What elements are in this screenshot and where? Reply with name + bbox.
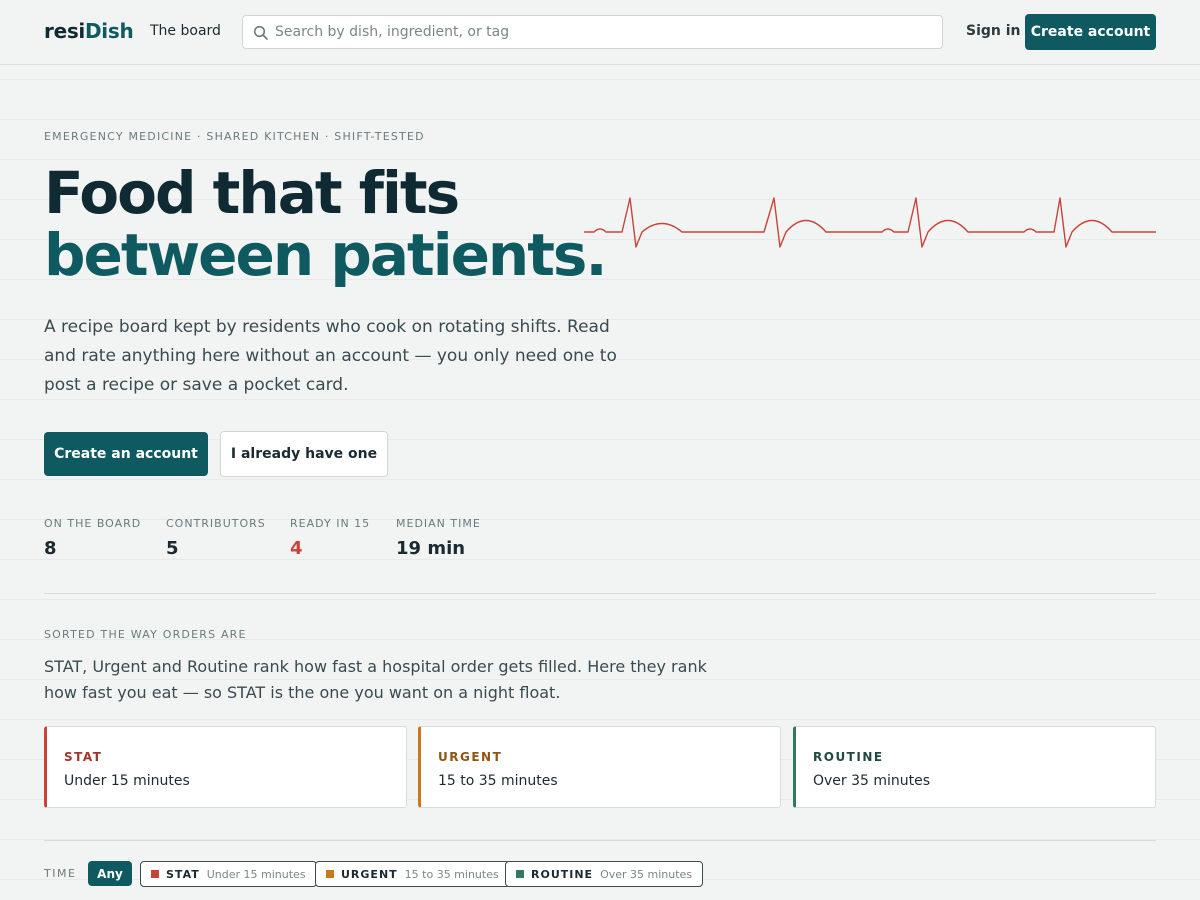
urgent-square-icon: [326, 870, 334, 878]
stat-on-the-board: ON THE BOARD 8: [44, 517, 142, 559]
nav-the-board-link[interactable]: The board: [150, 23, 221, 39]
create-account-button[interactable]: Create account: [1025, 14, 1156, 50]
search-icon: [253, 25, 269, 45]
sorted-eyebrow: SORTED THE WAY ORDERS ARE: [44, 628, 247, 641]
already-have-account-button[interactable]: I already have one: [220, 431, 388, 477]
filter-chip-any[interactable]: Any: [88, 861, 132, 886]
sign-in-link[interactable]: Sign in: [966, 23, 1021, 39]
hero-title-line1: Food that fits: [44, 159, 460, 227]
filter-chip-urgent[interactable]: URGENT 15 to 35 minutes: [315, 861, 510, 887]
filter-divider: [44, 840, 1156, 841]
search-box[interactable]: [242, 15, 943, 49]
stat-square-icon: [151, 870, 159, 878]
routine-square-icon: [516, 870, 524, 878]
ekg-heartbeat-line: [584, 197, 1156, 248]
logo[interactable]: resiDish: [44, 19, 134, 43]
stat-contributors: CONTRIBUTORS 5: [166, 517, 266, 559]
filter-chip-stat[interactable]: STAT Under 15 minutes: [140, 861, 317, 887]
filter-time-label: TIME: [44, 867, 77, 880]
hero-eyebrow: EMERGENCY MEDICINE · SHARED KITCHEN · SH…: [44, 130, 425, 143]
tier-card-routine: ROUTINE Over 35 minutes: [793, 726, 1156, 808]
filter-chip-routine[interactable]: ROUTINE Over 35 minutes: [505, 861, 704, 887]
hero-title-line2: between patients.: [44, 221, 607, 289]
stat-median-time: MEDIAN TIME 19 min: [396, 517, 481, 559]
sorted-description: STAT, Urgent and Routine rank how fast a…: [44, 657, 707, 702]
hero-title: Food that fits between patients.: [44, 159, 607, 289]
top-nav: resiDish The board Sign in Create accoun…: [0, 0, 1200, 65]
hero-description: A recipe board kept by residents who coo…: [44, 317, 617, 395]
tier-card-stat: STAT Under 15 minutes: [44, 726, 407, 808]
tier-card-urgent: URGENT 15 to 35 minutes: [418, 726, 781, 808]
section-divider: [44, 593, 1156, 594]
create-an-account-button[interactable]: Create an account: [44, 432, 208, 476]
stat-ready-in-15: READY IN 15 4: [290, 517, 371, 559]
search-input[interactable]: [275, 16, 935, 48]
